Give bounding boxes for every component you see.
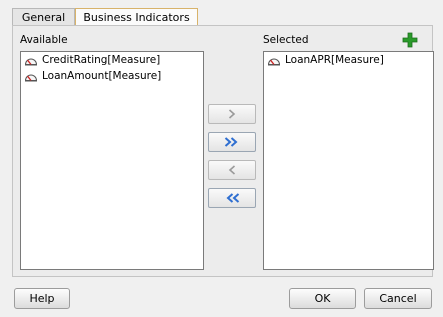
- help-button[interactable]: Help: [14, 288, 70, 309]
- selected-label: Selected: [263, 34, 309, 46]
- move-right-button[interactable]: [208, 104, 256, 124]
- measure-icon: [24, 58, 38, 65]
- move-all-left-button[interactable]: [208, 188, 256, 208]
- tab-business-indicators[interactable]: Business Indicators: [75, 8, 198, 26]
- plus-icon[interactable]: [402, 32, 418, 48]
- double-chevron-right-icon: [224, 137, 238, 147]
- selected-list[interactable]: LoanAPR[Measure]: [263, 51, 434, 270]
- list-item-label: LoanAmount[Measure]: [42, 70, 162, 82]
- list-item-creditrating[interactable]: CreditRating[Measure]: [21, 52, 203, 68]
- list-item-label: LoanAPR[Measure]: [285, 54, 384, 66]
- move-all-right-button[interactable]: [208, 132, 256, 152]
- available-list[interactable]: CreditRating[Measure] LoanAmount[Measure…: [20, 51, 204, 270]
- list-item-loanapr[interactable]: LoanAPR[Measure]: [264, 52, 433, 68]
- move-left-button[interactable]: [208, 160, 256, 180]
- double-chevron-left-icon: [226, 193, 240, 203]
- chevron-right-icon: [228, 109, 236, 119]
- chevron-left-icon: [228, 165, 236, 175]
- measure-icon: [24, 74, 38, 81]
- cancel-button[interactable]: Cancel: [364, 288, 432, 309]
- measure-icon: [267, 58, 281, 65]
- list-item-label: CreditRating[Measure]: [42, 54, 161, 66]
- list-item-loanamount[interactable]: LoanAmount[Measure]: [21, 68, 203, 84]
- available-label: Available: [20, 34, 68, 46]
- tab-general[interactable]: General: [12, 8, 75, 25]
- ok-button[interactable]: OK: [289, 288, 356, 309]
